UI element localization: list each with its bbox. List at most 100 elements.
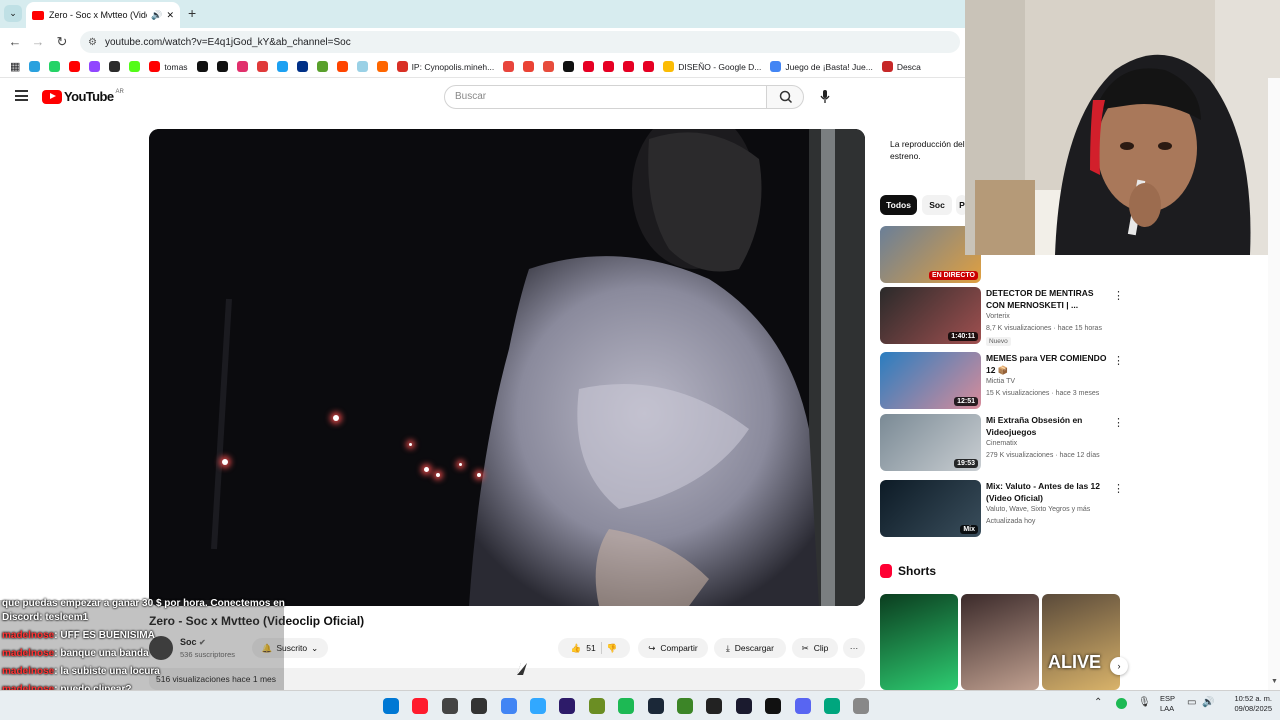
taskbar-app-icon[interactable] <box>853 698 870 714</box>
bookmark-item[interactable] <box>256 61 268 72</box>
shorts-next-button[interactable]: › <box>1110 657 1128 675</box>
search-input[interactable]: Buscar <box>444 85 767 109</box>
bookmark-item[interactable] <box>276 61 288 72</box>
taskbar-app-icon[interactable] <box>677 698 693 714</box>
video-thumbnail[interactable]: Mix <box>880 480 981 537</box>
new-tab-button[interactable]: + <box>188 5 196 21</box>
bookmark-item[interactable] <box>296 61 308 72</box>
bookmark-item[interactable] <box>523 61 535 72</box>
network-icon[interactable]: ▭ <box>1187 697 1196 708</box>
bookmark-item[interactable]: tomas <box>149 61 188 72</box>
bookmark-item[interactable] <box>196 61 208 72</box>
bookmark-item[interactable]: IP: Cynopolis.mineh... <box>396 61 494 72</box>
taskbar-app-icon[interactable] <box>559 698 576 714</box>
volume-icon[interactable]: 🔊 <box>1202 697 1214 708</box>
recommendation-channel[interactable]: Vorterix <box>986 313 1010 320</box>
youtube-logo[interactable]: YouTube AR <box>42 89 124 104</box>
dislike-button[interactable]: 👎 <box>607 643 618 654</box>
voice-search-button[interactable] <box>813 85 837 109</box>
taskbar-app-icon[interactable] <box>618 698 635 714</box>
taskbar-app-icon[interactable] <box>588 698 605 714</box>
bookmark-item[interactable] <box>643 61 655 72</box>
recommendation-title[interactable]: Mi Extraña Obsesión en Videojuegos <box>986 414 1114 438</box>
video-thumbnail[interactable]: 12:51 <box>880 352 981 409</box>
taskbar-app-icon[interactable] <box>412 698 429 714</box>
site-info-icon[interactable]: ⚙ <box>88 37 97 48</box>
bookmark-item[interactable] <box>503 61 515 72</box>
video-player[interactable] <box>149 129 865 606</box>
taskbar-app-icon[interactable] <box>794 698 811 714</box>
short-thumbnail[interactable] <box>880 594 958 690</box>
microphone-tray-icon[interactable]: 🎙 <box>1138 697 1151 708</box>
more-vertical-icon[interactable]: ⋮ <box>1113 354 1124 367</box>
video-thumbnail[interactable]: 1:40:11 <box>880 287 981 344</box>
address-bar[interactable]: ⚙ youtube.com/watch?v=E4q1jGod_kY&ab_cha… <box>80 31 960 53</box>
bookmark-item[interactable] <box>109 61 121 72</box>
recommendation-title[interactable]: DETECTOR DE MENTIRAS CON MERNOSKETI | ..… <box>986 287 1114 311</box>
taskbar-app-icon[interactable] <box>441 698 458 714</box>
windows-start-icon[interactable] <box>383 698 399 714</box>
reload-button[interactable]: ↻ <box>54 34 70 50</box>
speaker-icon[interactable]: 🔊 <box>151 10 162 21</box>
recommendation-title[interactable]: MEMES para VER COMIENDO 12 📦 <box>986 352 1114 376</box>
taskbar-app-icon[interactable] <box>500 698 517 714</box>
bookmark-item[interactable] <box>29 61 41 72</box>
bookmark-item[interactable] <box>336 61 348 72</box>
chevron-up-icon[interactable]: ⌃ <box>1094 697 1102 708</box>
more-vertical-icon[interactable]: ⋮ <box>1113 289 1124 302</box>
search-button[interactable] <box>766 85 804 109</box>
bookmark-item[interactable] <box>623 61 635 72</box>
tab-search-button[interactable]: ⌄ <box>4 5 22 22</box>
taskbar-app-icon[interactable] <box>706 698 723 714</box>
short-thumbnail[interactable] <box>961 594 1039 690</box>
more-vertical-icon[interactable]: ⋮ <box>1113 482 1124 495</box>
recommendation-channel[interactable]: Mictia TV <box>986 378 1015 385</box>
taskbar-app-icon[interactable] <box>530 698 546 714</box>
like-button[interactable]: 👍 51 <box>571 643 596 654</box>
close-tab-icon[interactable]: ✕ <box>166 10 174 21</box>
bookmark-item[interactable] <box>69 61 81 72</box>
bookmark-item[interactable] <box>563 61 575 72</box>
bookmark-item[interactable] <box>236 61 248 72</box>
more-actions-button[interactable]: ··· <box>843 638 865 658</box>
taskbar-app-icon[interactable] <box>735 698 752 714</box>
taskbar-app-icon[interactable] <box>471 698 488 714</box>
bookmark-item[interactable] <box>376 61 388 72</box>
share-button[interactable]: ↪ Compartir <box>638 638 708 658</box>
browser-tab-active[interactable]: Zero - Soc x Mvtteo (Videoclip Oficial) … <box>26 2 180 28</box>
bookmark-item[interactable]: Juego de ¡Basta! Jue... <box>770 61 873 72</box>
bookmark-item[interactable]: DISEÑO - Google D... <box>663 61 761 72</box>
bookmark-item[interactable] <box>543 61 555 72</box>
menu-icon[interactable] <box>15 90 28 101</box>
forward-button[interactable]: → <box>30 34 46 50</box>
bookmark-item[interactable] <box>89 61 101 72</box>
download-button[interactable]: ⤓ Descargar <box>714 638 786 658</box>
taskbar-app-icon[interactable] <box>765 698 782 714</box>
bookmark-item[interactable] <box>583 61 595 72</box>
bookmark-item[interactable] <box>603 61 615 72</box>
clip-button[interactable]: ✂ Clip <box>792 638 838 658</box>
taskbar-app-icon[interactable] <box>824 698 840 714</box>
apps-grid-icon[interactable]: ▦ <box>10 60 20 73</box>
recommendation-channel[interactable]: Cinematix <box>986 440 1017 447</box>
page-scrollbar[interactable] <box>1268 78 1280 690</box>
scroll-down-arrow-icon[interactable]: ▼ <box>1271 678 1278 685</box>
video-thumbnail[interactable]: 19:53 <box>880 414 981 471</box>
recommendation-item[interactable]: 19:53 Mi Extraña Obsesión en Videojuegos C… <box>880 414 1125 472</box>
bookmark-item[interactable] <box>216 61 228 72</box>
spotify-tray-icon[interactable] <box>1116 698 1127 709</box>
bookmark-item[interactable] <box>316 61 328 72</box>
language-indicator[interactable]: ESP LAA <box>1160 694 1175 714</box>
recommendation-item[interactable]: 1:40:11 DETECTOR DE MENTIRAS CON MERNOSKE… <box>880 287 1125 346</box>
more-vertical-icon[interactable]: ⋮ <box>1113 416 1124 429</box>
recommendation-title[interactable]: Mix: Valuto - Antes de las 12 (Video Ofi… <box>986 480 1114 504</box>
chip-soc[interactable]: Soc <box>922 195 952 215</box>
bookmark-item[interactable] <box>129 61 141 72</box>
recommendation-item[interactable]: 12:51 MEMES para VER COMIENDO 12 📦 Mictia … <box>880 352 1125 410</box>
bookmark-item[interactable]: Desca <box>881 61 921 72</box>
bookmark-item[interactable] <box>356 61 368 72</box>
chip-all[interactable]: Todos <box>880 195 917 215</box>
recommendation-item[interactable]: Mix Mix: Valuto - Antes de las 12 (Video … <box>880 480 1125 538</box>
recommendation-channel[interactable]: Valuto, Wave, Sixto Yegros y más <box>986 506 1090 513</box>
system-clock[interactable]: 10:52 a. m. 09/08/2025 <box>1222 694 1272 714</box>
